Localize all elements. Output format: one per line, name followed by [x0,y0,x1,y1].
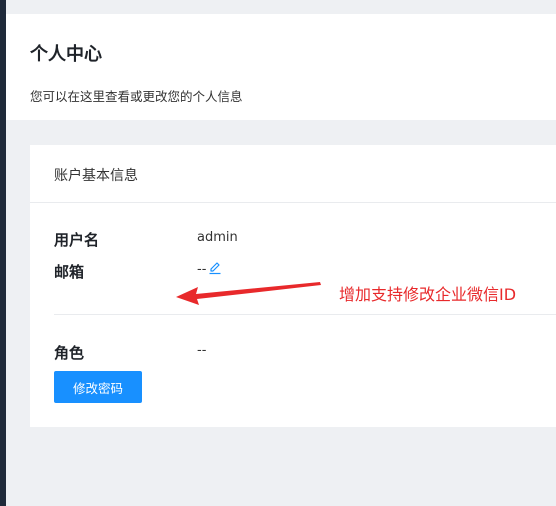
email-value: -- [197,262,207,277]
top-strip [6,0,556,14]
page-subtitle: 您可以在这里查看或更改您的个人信息 [30,89,243,104]
page-title: 个人中心 [30,44,102,65]
change-password-button[interactable]: 修改密码 [54,371,142,403]
page-header: 个人中心 您可以在这里查看或更改您的个人信息 [6,14,556,120]
username-value: admin [197,230,238,245]
role-value: -- [197,343,207,358]
email-label: 邮箱 [54,263,85,281]
card-title: 账户基本信息 [54,168,138,184]
card-divider [30,202,556,203]
role-label: 角色 [54,344,85,362]
edit-icon[interactable] [208,261,222,275]
section-divider [54,314,556,315]
username-label: 用户名 [54,231,100,249]
annotation-text: 增加支持修改企业微信ID [339,285,517,304]
